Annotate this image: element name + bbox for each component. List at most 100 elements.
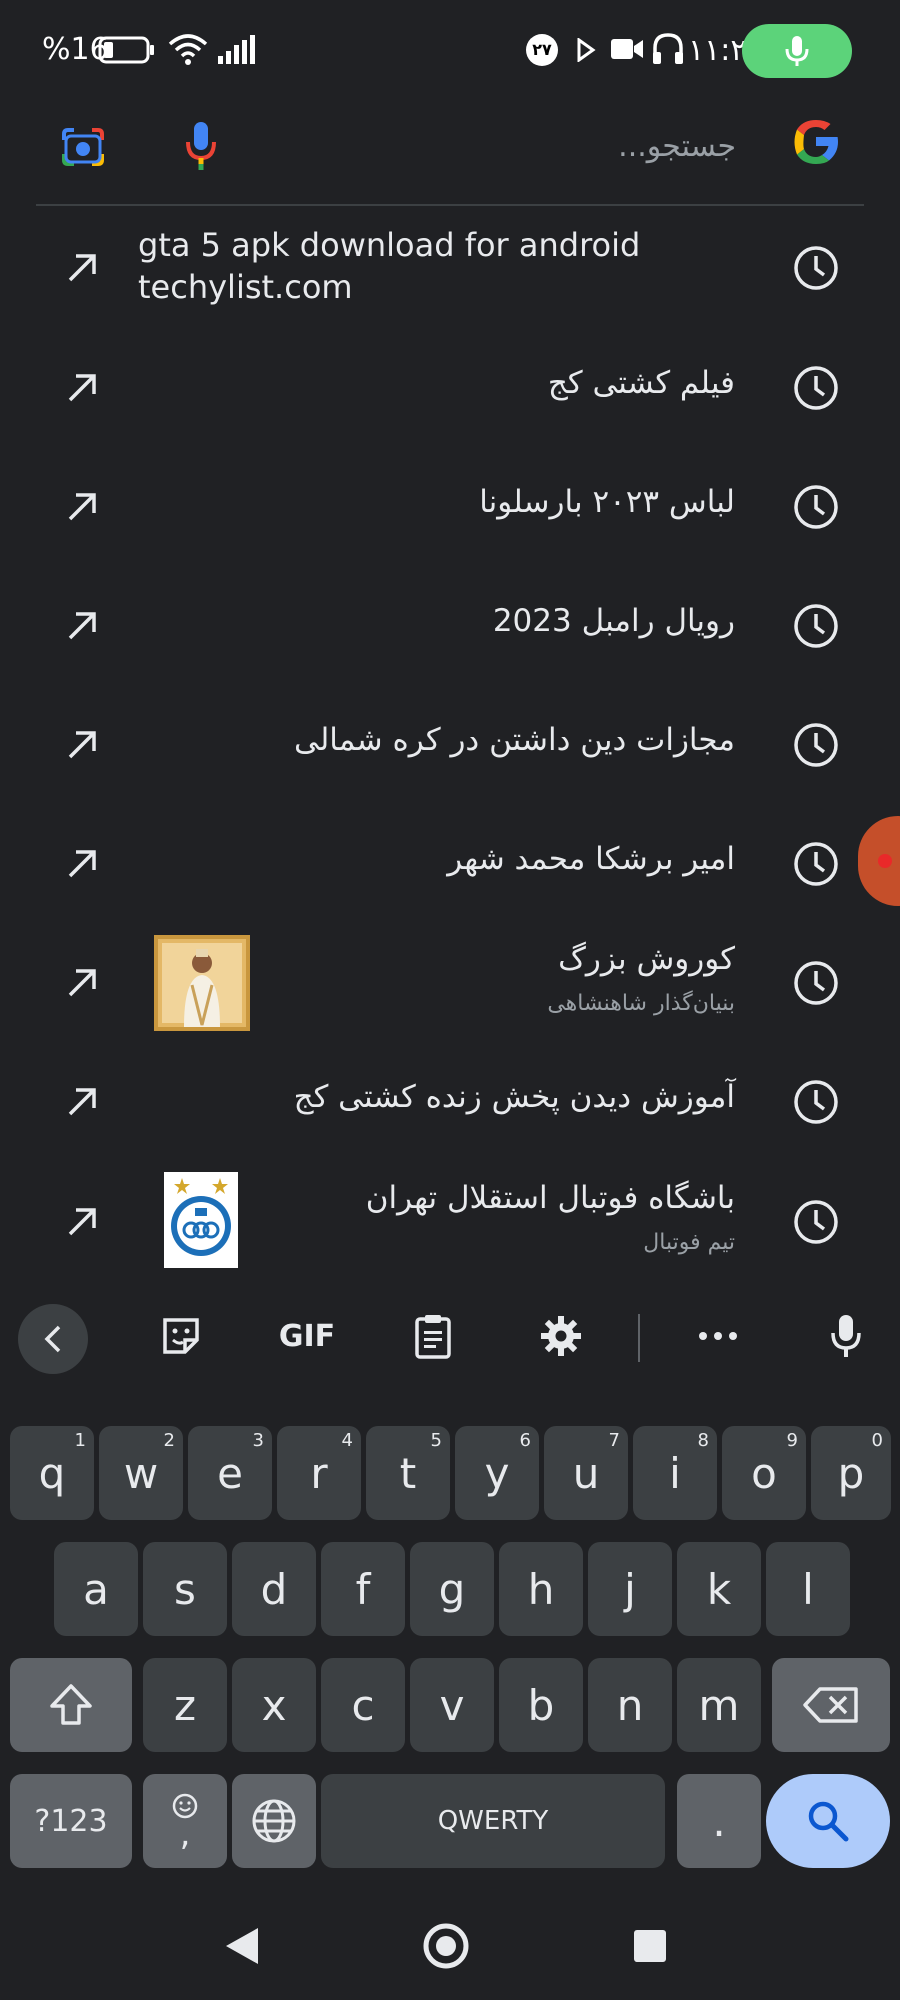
key-u[interactable]: u7 bbox=[544, 1426, 628, 1520]
fill-query-arrow-icon[interactable] bbox=[62, 1082, 102, 1122]
key-q[interactable]: q1 bbox=[10, 1426, 94, 1520]
clipboard-icon bbox=[415, 1315, 451, 1359]
fill-query-arrow-icon[interactable] bbox=[62, 248, 102, 288]
fill-query-arrow-icon[interactable] bbox=[62, 606, 102, 646]
search-enter-key[interactable] bbox=[766, 1774, 890, 1868]
key-a[interactable]: a bbox=[54, 1542, 138, 1636]
sticker-button[interactable] bbox=[156, 1310, 206, 1362]
search-icon bbox=[808, 1801, 849, 1842]
key-k[interactable]: k bbox=[677, 1542, 761, 1636]
fill-query-arrow-icon[interactable] bbox=[62, 368, 102, 408]
suggestion-title: مجازات دین داشتن در کره شمالی bbox=[294, 722, 735, 758]
key-j[interactable]: j bbox=[588, 1542, 672, 1636]
key-m[interactable]: m bbox=[677, 1658, 761, 1752]
suggestion-title: کوروش بزرگ bbox=[558, 941, 735, 977]
key-f[interactable]: f bbox=[321, 1542, 405, 1636]
key-z[interactable]: z bbox=[143, 1658, 227, 1752]
record-dot-icon bbox=[878, 854, 892, 868]
key-p[interactable]: p0 bbox=[811, 1426, 891, 1520]
key-b[interactable]: b bbox=[499, 1658, 583, 1752]
symbols-key[interactable]: ?123 bbox=[10, 1774, 132, 1868]
suggestion-item[interactable]: کوروش بزرگ بنیان‌گذار شاهنشاهی bbox=[0, 923, 900, 1043]
suggestion-item[interactable]: رویال رامبل 2023 bbox=[0, 566, 900, 686]
more-options-button[interactable] bbox=[696, 1310, 740, 1362]
key-hint: 0 bbox=[871, 1430, 883, 1451]
suggestion-title: لباس ۲۰۲۳ بارسلونا bbox=[479, 484, 735, 520]
history-clock-icon bbox=[794, 485, 838, 529]
wifi-icon bbox=[168, 34, 208, 65]
key-hint: 4 bbox=[341, 1430, 353, 1451]
space-key[interactable]: QWERTY bbox=[321, 1774, 665, 1868]
key-o[interactable]: o9 bbox=[722, 1426, 806, 1520]
fill-query-arrow-icon[interactable] bbox=[62, 725, 102, 765]
lens-camera-icon[interactable] bbox=[60, 124, 106, 170]
key-hint: 5 bbox=[430, 1430, 442, 1451]
active-mic-indicator bbox=[742, 24, 852, 78]
key-y[interactable]: y6 bbox=[455, 1426, 539, 1520]
key-v[interactable]: v bbox=[410, 1658, 494, 1752]
suggestion-item[interactable]: لباس ۲۰۲۳ بارسلونا bbox=[0, 447, 900, 567]
fill-query-arrow-icon[interactable] bbox=[62, 1202, 102, 1242]
key-label: p bbox=[837, 1448, 865, 1498]
fill-query-arrow-icon[interactable] bbox=[62, 487, 102, 527]
suggestion-item[interactable]: gta 5 apk download for android techylist… bbox=[0, 208, 900, 328]
search-bar bbox=[0, 100, 900, 210]
suggestion-item[interactable]: فیلم کشتی کج bbox=[0, 328, 900, 448]
mic-icon bbox=[785, 36, 809, 66]
key-h[interactable]: h bbox=[499, 1542, 583, 1636]
key-l[interactable]: l bbox=[766, 1542, 850, 1636]
clipboard-button[interactable] bbox=[410, 1310, 456, 1362]
key-label: r bbox=[310, 1448, 328, 1498]
key-x[interactable]: x bbox=[232, 1658, 316, 1752]
suggestion-item[interactable]: مجازات دین داشتن در کره شمالی bbox=[0, 685, 900, 805]
voice-typing-button[interactable] bbox=[826, 1310, 866, 1362]
back-triangle-icon[interactable] bbox=[222, 1924, 262, 1968]
keyboard-settings-button[interactable] bbox=[537, 1310, 585, 1362]
suggestion-subtitle: بنیان‌گذار شاهنشاهی bbox=[547, 991, 735, 1016]
suggestion-thumbnail-club-logo bbox=[164, 1172, 238, 1268]
suggestion-title: فیلم کشتی کج bbox=[547, 365, 735, 401]
suggestion-title: آموزش دیدن پخش زنده کشتی کج bbox=[293, 1079, 735, 1115]
key-e[interactable]: e3 bbox=[188, 1426, 272, 1520]
history-clock-icon bbox=[794, 604, 838, 648]
history-clock-icon bbox=[794, 366, 838, 410]
shift-key[interactable] bbox=[10, 1658, 132, 1752]
headphones-icon bbox=[653, 33, 683, 64]
search-input[interactable] bbox=[260, 118, 736, 174]
key-label: t bbox=[399, 1448, 417, 1498]
key-r[interactable]: r4 bbox=[277, 1426, 361, 1520]
key-c[interactable]: c bbox=[321, 1658, 405, 1752]
key-label: u bbox=[572, 1448, 600, 1498]
suggestion-item[interactable]: آموزش دیدن پخش زنده کشتی کج bbox=[0, 1042, 900, 1162]
recents-square-icon[interactable] bbox=[632, 1928, 668, 1964]
key-label: o bbox=[751, 1448, 777, 1498]
suggestion-subtitle: تیم فوتبال bbox=[643, 1230, 735, 1255]
globe-icon bbox=[252, 1799, 296, 1843]
key-i[interactable]: i8 bbox=[633, 1426, 717, 1520]
emoji-comma-key[interactable]: , bbox=[143, 1774, 227, 1868]
key-t[interactable]: t5 bbox=[366, 1426, 450, 1520]
signal-icon bbox=[218, 35, 255, 64]
key-g[interactable]: g bbox=[410, 1542, 494, 1636]
suggestion-item[interactable]: باشگاه فوتبال استقلال تهران تیم فوتبال bbox=[0, 1162, 900, 1282]
gif-button[interactable]: GIF bbox=[272, 1310, 342, 1362]
history-clock-icon bbox=[794, 246, 838, 290]
key-n[interactable]: n bbox=[588, 1658, 672, 1752]
suggestion-item[interactable]: امیر برشکا محمد شهر bbox=[0, 804, 900, 924]
home-circle-icon[interactable] bbox=[422, 1922, 470, 1970]
keyboard-toolbar: GIF bbox=[0, 1290, 900, 1382]
toolbar-back-button[interactable] bbox=[18, 1304, 88, 1374]
key-w[interactable]: w2 bbox=[99, 1426, 183, 1520]
voice-search-mic-icon[interactable] bbox=[186, 120, 216, 172]
fill-query-arrow-icon[interactable] bbox=[62, 963, 102, 1003]
history-clock-icon bbox=[794, 723, 838, 767]
google-logo bbox=[794, 120, 838, 164]
key-d[interactable]: d bbox=[232, 1542, 316, 1636]
keyboard: GIF q 1 w 2 e 3 r 4 t 5 y 6 u 7 i 8 o 9 … bbox=[0, 1290, 900, 1894]
more-dots-icon bbox=[699, 1332, 737, 1340]
fill-query-arrow-icon[interactable] bbox=[62, 844, 102, 884]
period-key[interactable]: . bbox=[677, 1774, 761, 1868]
backspace-key[interactable] bbox=[772, 1658, 890, 1752]
key-s[interactable]: s bbox=[143, 1542, 227, 1636]
language-key[interactable] bbox=[232, 1774, 316, 1868]
